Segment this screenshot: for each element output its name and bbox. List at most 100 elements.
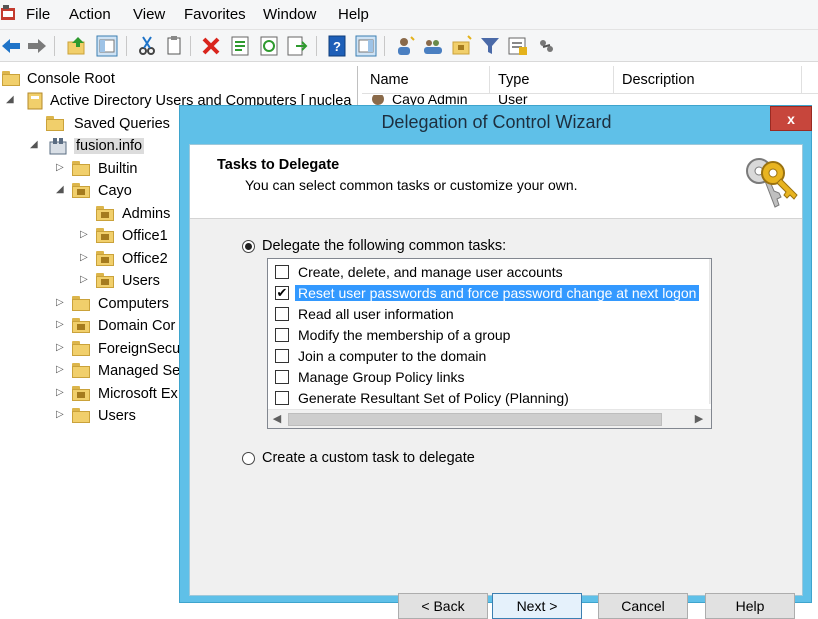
next-button[interactable]: Next > — [492, 593, 582, 619]
scroll-down-icon[interactable]: ▼ — [710, 385, 711, 403]
expand-arrow-icon[interactable]: ▷ — [80, 274, 88, 285]
radio-custom-task-label[interactable]: Create a custom task to delegate — [262, 450, 475, 466]
svg-text:?: ? — [333, 39, 341, 54]
menu-window[interactable]: Window — [263, 6, 316, 23]
folder-icon — [72, 296, 90, 311]
properties-icon[interactable] — [229, 35, 251, 57]
task-checkbox[interactable] — [275, 328, 289, 342]
mmc-app-icon[interactable] — [0, 5, 16, 23]
refresh-icon[interactable] — [258, 35, 280, 57]
ou-folder-icon — [96, 273, 114, 288]
cut-icon[interactable] — [136, 35, 158, 57]
list-item[interactable]: Join a computer to the domain — [268, 346, 708, 367]
menu-favorites[interactable]: Favorites — [184, 6, 246, 23]
task-label: Modify the membership of a group — [298, 327, 511, 343]
ou-folder-icon — [72, 386, 90, 401]
list-item[interactable]: Modify the membership of a group — [268, 325, 708, 346]
scroll-up-icon[interactable]: ▲ — [710, 259, 711, 277]
list-item[interactable]: ✔ Reset user passwords and force passwor… — [268, 283, 708, 304]
task-checkbox[interactable] — [275, 307, 289, 321]
expand-arrow-icon[interactable]: ▷ — [56, 409, 64, 420]
toolbar-separator — [54, 36, 55, 56]
menu-file[interactable]: File — [26, 6, 50, 23]
radio-delegate-common-label[interactable]: Delegate the following common tasks: — [262, 238, 506, 254]
show-tree-icon[interactable] — [96, 35, 118, 57]
wizard-header: Tasks to Delegate You can select common … — [190, 145, 802, 219]
toolbar-separator — [190, 36, 191, 56]
task-checkbox[interactable] — [275, 349, 289, 363]
find-icon[interactable] — [507, 35, 529, 57]
expand-arrow-icon[interactable]: ▷ — [56, 319, 64, 330]
list-item[interactable]: Generate Resultant Set of Policy (Planni… — [268, 388, 708, 409]
results-list-row[interactable]: Cayo Admin User — [372, 95, 572, 105]
back-icon[interactable] — [0, 35, 22, 57]
cancel-button[interactable]: Cancel — [598, 593, 688, 619]
close-button[interactable]: x — [770, 106, 812, 131]
task-checkbox[interactable]: ✔ — [275, 286, 289, 300]
column-header-name[interactable]: Name — [362, 66, 490, 93]
folder-icon — [46, 116, 64, 131]
expand-arrow-icon[interactable]: ▷ — [56, 387, 64, 398]
delegate-icon[interactable] — [536, 35, 558, 57]
up-folder-icon[interactable] — [66, 35, 88, 57]
help-icon[interactable]: ? — [327, 35, 349, 57]
add-ou-icon[interactable] — [451, 35, 473, 57]
scroll-right-icon[interactable]: ▶ — [690, 410, 708, 428]
task-label: Reset user passwords and force password … — [295, 285, 700, 301]
help-button[interactable]: Help — [705, 593, 795, 619]
task-checkbox[interactable] — [275, 265, 289, 279]
wizard-header-subtitle: You can select common tasks or customize… — [245, 177, 578, 193]
ou-folder-icon — [72, 183, 90, 198]
results-list-header: Name Type Description — [362, 66, 818, 94]
list-item[interactable]: Read all user information — [268, 304, 708, 325]
task-checkbox[interactable] — [275, 391, 289, 405]
menu-help[interactable]: Help — [338, 6, 369, 23]
ou-folder-icon — [96, 206, 114, 221]
expand-arrow-icon[interactable]: ▷ — [80, 252, 88, 263]
toolbar-separator — [316, 36, 317, 56]
radio-custom-task[interactable] — [242, 452, 255, 465]
toolbar-separator — [126, 36, 127, 56]
horizontal-scroll-thumb[interactable] — [288, 413, 662, 426]
add-user-icon[interactable] — [394, 35, 416, 57]
expand-arrow-icon[interactable]: ▷ — [56, 297, 64, 308]
horizontal-scrollbar[interactable]: ◀ ▶ — [268, 409, 711, 428]
keys-icon — [746, 158, 798, 208]
delete-icon[interactable] — [200, 35, 222, 57]
task-checkbox[interactable] — [275, 370, 289, 384]
add-group-icon[interactable] — [422, 35, 444, 57]
toolbar-separator — [384, 36, 385, 56]
expand-arrow-icon[interactable]: ▷ — [56, 342, 64, 353]
forward-icon[interactable] — [26, 35, 48, 57]
back-button[interactable]: < Back — [398, 593, 488, 619]
radio-delegate-common[interactable] — [242, 240, 255, 253]
scroll-left-icon[interactable]: ◀ — [268, 410, 286, 428]
folder-icon — [72, 341, 90, 356]
list-item[interactable]: Create, delete, and manage user accounts — [268, 262, 708, 283]
task-label: Manage Group Policy links — [298, 369, 465, 385]
folder-icon — [72, 161, 90, 176]
folder-icon — [72, 363, 90, 378]
collapse-arrow-icon[interactable]: ◢ — [56, 184, 64, 195]
collapse-arrow-icon[interactable]: ◢ — [6, 94, 14, 105]
menu-view[interactable]: View — [133, 6, 165, 23]
column-header-type[interactable]: Type — [490, 66, 614, 93]
vertical-scrollbar[interactable]: ▲ ▼ — [709, 259, 711, 404]
folder-icon — [72, 408, 90, 423]
expand-arrow-icon[interactable]: ▷ — [80, 229, 88, 240]
collapse-arrow-icon[interactable]: ◢ — [30, 139, 38, 150]
menu-action[interactable]: Action — [69, 6, 111, 23]
export-icon[interactable] — [286, 35, 308, 57]
column-header-description[interactable]: Description — [614, 66, 802, 93]
copy-icon[interactable] — [163, 35, 185, 57]
list-item[interactable]: Manage Group Policy links — [268, 367, 708, 388]
filter-icon[interactable] — [479, 35, 501, 57]
expand-arrow-icon[interactable]: ▷ — [56, 364, 64, 375]
aduc-snapin-icon — [27, 92, 43, 110]
toolbar: ? — [0, 30, 818, 62]
ou-folder-icon — [96, 251, 114, 266]
expand-arrow-icon[interactable]: ▷ — [56, 162, 64, 173]
ou-folder-icon — [72, 318, 90, 333]
action-pane-icon[interactable] — [355, 35, 377, 57]
common-tasks-list[interactable]: Create, delete, and manage user accounts… — [267, 258, 712, 429]
